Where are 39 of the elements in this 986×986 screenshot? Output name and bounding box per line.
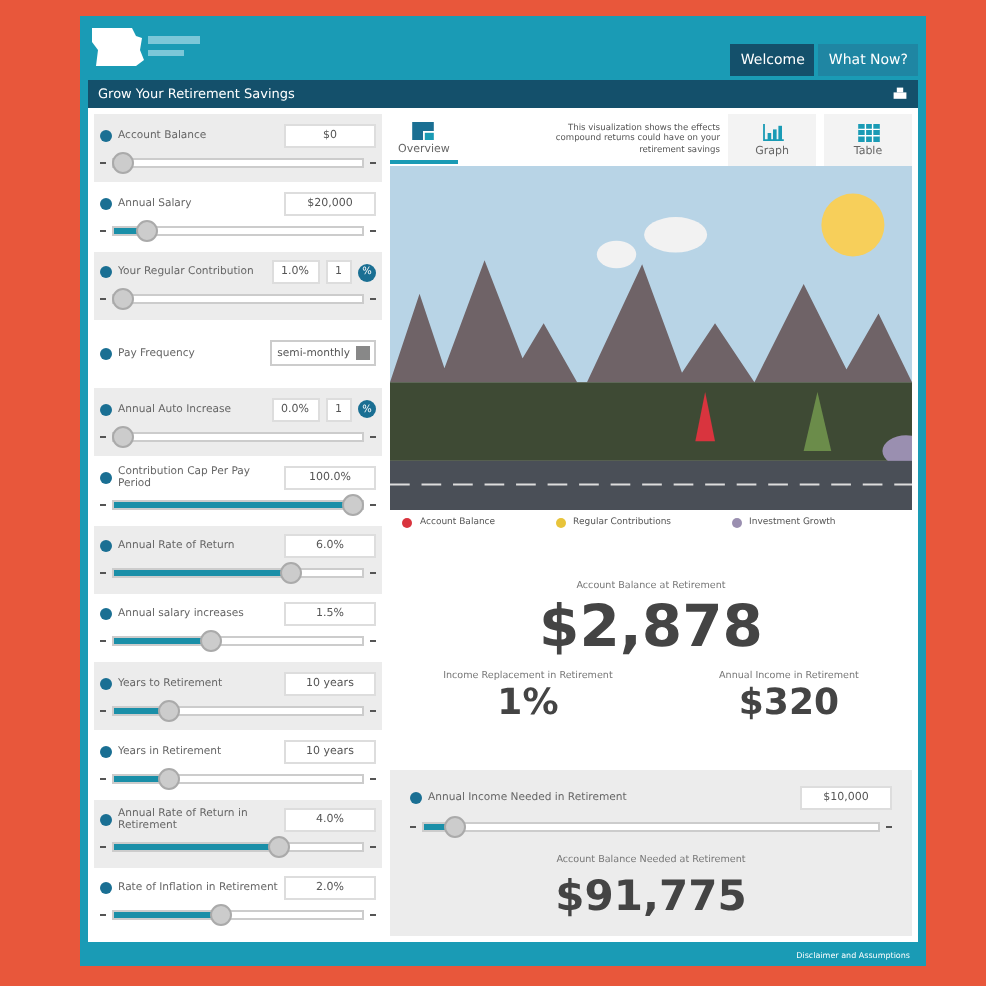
info-icon[interactable] (100, 608, 112, 621)
result-value: $2,878 (537, 592, 765, 660)
slider-thumb[interactable] (268, 836, 291, 859)
stat-value: 1% (495, 682, 561, 724)
info-icon[interactable] (100, 540, 112, 553)
overview-icon (412, 121, 435, 139)
minus-icon[interactable] (100, 298, 106, 301)
info-icon[interactable] (100, 403, 112, 416)
info-icon[interactable] (100, 882, 112, 895)
slider-thumb[interactable] (158, 767, 180, 790)
result-value: $91,775 (553, 872, 749, 920)
slider-thumb[interactable] (135, 219, 157, 242)
info-icon[interactable] (100, 347, 112, 360)
slider-thumb[interactable] (443, 816, 466, 838)
minus-icon[interactable] (100, 229, 106, 232)
minus-icon[interactable] (100, 846, 106, 849)
slider-thumb[interactable] (112, 288, 134, 311)
info-icon[interactable] (100, 745, 112, 758)
slider-thumb[interactable] (158, 699, 180, 722)
info-icon[interactable] (100, 677, 112, 690)
info-icon[interactable] (100, 814, 112, 827)
print-icon[interactable] (892, 86, 908, 102)
info-icon[interactable] (100, 266, 112, 279)
info-icon[interactable] (100, 197, 112, 210)
info-icon[interactable] (410, 792, 422, 804)
slider-thumb[interactable] (279, 562, 302, 585)
stat-value: $320 (736, 682, 842, 724)
minus-icon[interactable] (100, 503, 106, 506)
bar-chart-icon (761, 123, 783, 141)
slider-thumb[interactable] (342, 493, 364, 516)
minus-icon[interactable] (100, 572, 106, 575)
slider-thumb[interactable] (112, 151, 134, 174)
slider-thumb[interactable] (112, 425, 134, 448)
info-icon[interactable] (100, 129, 112, 142)
minus-icon[interactable] (100, 777, 106, 780)
table-icon (857, 123, 879, 141)
info-icon[interactable] (100, 471, 112, 484)
slider-thumb[interactable] (210, 904, 233, 927)
slider-thumb[interactable] (199, 630, 222, 653)
